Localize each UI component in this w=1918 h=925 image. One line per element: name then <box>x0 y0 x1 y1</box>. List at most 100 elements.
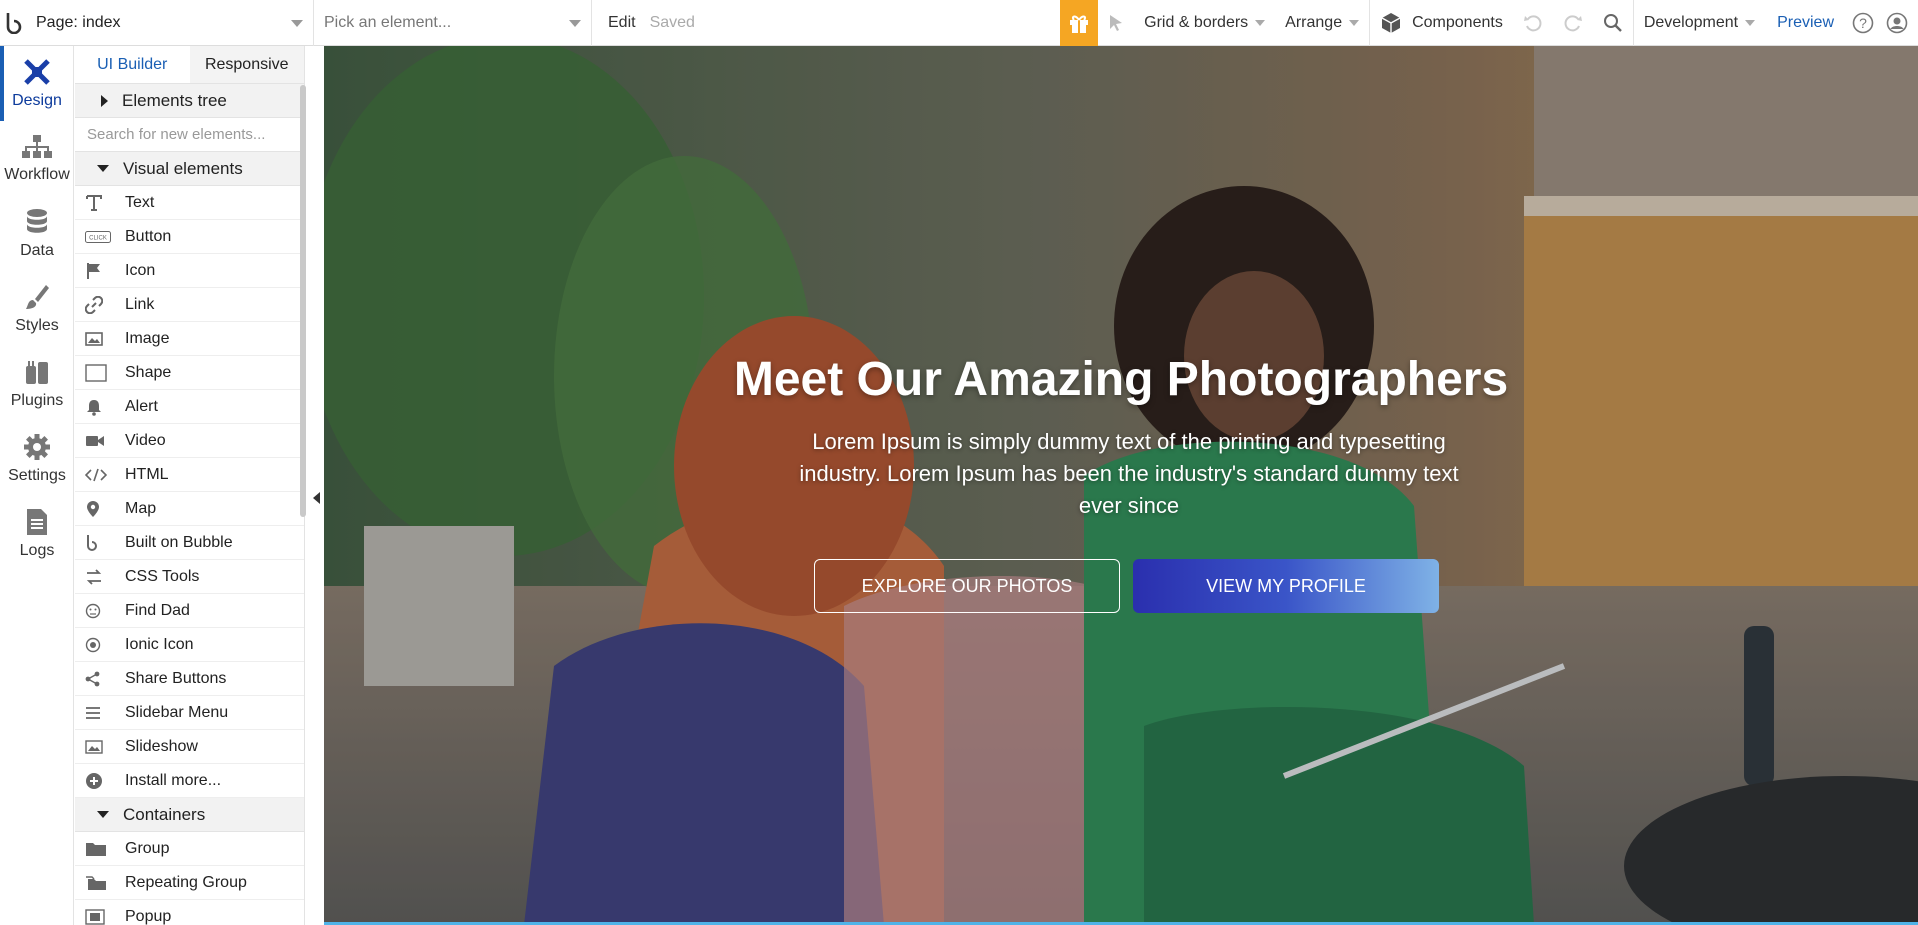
element-item-share-buttons[interactable]: Share Buttons <box>75 662 304 696</box>
environment-menu[interactable]: Development <box>1634 0 1765 46</box>
grid-borders-label: Grid & borders <box>1144 13 1249 31</box>
square-icon <box>85 363 111 382</box>
panel-scrollbar[interactable] <box>300 85 306 517</box>
selector-tool-button[interactable] <box>1098 0 1134 46</box>
gift-button[interactable] <box>1060 0 1099 46</box>
rail-item-logs[interactable]: Logs <box>0 496 74 571</box>
gift-icon <box>1070 15 1089 33</box>
design-icon <box>24 58 50 85</box>
plus-circle-icon <box>85 772 111 790</box>
account-button[interactable] <box>1880 0 1918 46</box>
tab-ui-builder[interactable]: UI Builder <box>75 46 190 83</box>
element-item-html[interactable]: HTML <box>75 458 304 492</box>
gear-icon <box>24 433 50 460</box>
bubble-logo-icon <box>85 534 111 552</box>
element-item-label: Popup <box>125 907 172 925</box>
help-button[interactable]: ? <box>1846 0 1880 46</box>
explore-photos-button[interactable]: EXPLORE OUR PHOTOS <box>814 559 1120 613</box>
edit-button[interactable]: Edit <box>592 14 650 32</box>
undo-icon <box>1523 14 1542 31</box>
element-item-label: Shape <box>125 363 172 381</box>
brush-icon <box>26 284 49 309</box>
element-item-link[interactable]: Link <box>75 288 304 322</box>
rail-label: Design <box>12 91 62 109</box>
bubble-logo-icon[interactable] <box>0 0 28 46</box>
cursor-icon <box>1110 14 1123 31</box>
element-picker-placeholder: Pick an element... <box>324 13 452 31</box>
visual-elements-toggle[interactable]: Visual elements <box>75 152 304 186</box>
help-icon: ? <box>1852 12 1874 33</box>
arrange-menu[interactable]: Arrange <box>1275 0 1369 46</box>
element-item-slideshow[interactable]: Slideshow <box>75 730 304 764</box>
view-profile-button[interactable]: VIEW MY PROFILE <box>1133 559 1439 613</box>
element-item-find-dad[interactable]: Find Dad <box>75 594 304 628</box>
share-icon <box>85 671 111 687</box>
element-item-label: Group <box>125 839 170 857</box>
arrange-label: Arrange <box>1285 13 1343 31</box>
element-item-slidebar-menu[interactable]: Slidebar Menu <box>75 696 304 730</box>
element-item-label: Find Dad <box>125 601 190 619</box>
element-item-css-tools[interactable]: CSS Tools <box>75 560 304 594</box>
chevron-down-icon <box>1255 19 1266 26</box>
preview-button[interactable]: Preview <box>1765 14 1846 32</box>
tab-responsive[interactable]: Responsive <box>189 46 304 83</box>
element-item-text[interactable]: Text <box>75 186 304 220</box>
element-item-ionic-icon[interactable]: Ionic Icon <box>75 628 304 662</box>
components-label: Components <box>1412 13 1503 31</box>
element-item-label: Repeating Group <box>125 873 247 891</box>
chevron-down-icon <box>1349 19 1360 26</box>
search-button[interactable] <box>1593 0 1633 46</box>
element-search-input[interactable]: Search for new elements... <box>75 118 304 152</box>
button-icon: CLICK <box>85 230 111 243</box>
caret-down-icon <box>97 165 109 172</box>
element-item-label: Slidebar Menu <box>125 703 229 721</box>
caret-down-icon <box>97 811 109 818</box>
svg-text:CLICK: CLICK <box>89 235 107 241</box>
element-item-built-on-bubble[interactable]: Built on Bubble <box>75 526 304 560</box>
element-item-label: Ionic Icon <box>125 635 194 653</box>
element-item-label: Map <box>125 499 157 517</box>
document-icon <box>27 508 47 535</box>
page-selector[interactable]: Page: index <box>28 0 314 46</box>
elements-tree-toggle[interactable]: Elements tree <box>75 84 304 118</box>
search-icon <box>1603 13 1622 32</box>
undo-button[interactable] <box>1513 0 1553 46</box>
rail-item-data[interactable]: Data <box>0 196 74 271</box>
element-item-install-more[interactable]: Install more... <box>75 764 304 798</box>
element-item-popup[interactable]: Popup <box>75 900 304 925</box>
element-item-label: HTML <box>125 465 169 483</box>
elements-panel: UI Builder Responsive Elements tree Sear… <box>75 46 305 925</box>
collapse-panel-icon[interactable] <box>313 492 320 504</box>
rail-item-settings[interactable]: Settings <box>0 421 74 496</box>
containers-toggle[interactable]: Containers <box>75 798 304 832</box>
rail-item-design[interactable]: Design <box>0 46 74 121</box>
element-picker[interactable]: Pick an element... <box>314 0 592 46</box>
rail-item-plugins[interactable]: Plugins <box>0 346 74 421</box>
element-item-label: Image <box>125 329 170 347</box>
rail-item-styles[interactable]: Styles <box>0 271 74 346</box>
element-item-image[interactable]: Image <box>75 322 304 356</box>
ionic-icon <box>85 637 111 653</box>
element-item-repeating-group[interactable]: Repeating Group <box>75 866 304 900</box>
page-canvas[interactable]: Meet Our Amazing Photographers Lorem Ips… <box>324 46 1918 925</box>
link-icon <box>85 295 111 314</box>
rail-label: Data <box>20 241 54 259</box>
grid-borders-menu[interactable]: Grid & borders <box>1134 0 1275 46</box>
components-button[interactable]: Components <box>1370 0 1513 46</box>
element-item-label: Text <box>125 193 155 211</box>
section-label: Elements tree <box>122 90 227 110</box>
element-item-group[interactable]: Group <box>75 832 304 866</box>
rail-item-workflow[interactable]: Workflow <box>0 121 74 196</box>
page-selector-label: Page: index <box>36 13 121 31</box>
smiley-icon <box>85 603 111 619</box>
element-item-button[interactable]: CLICK Button <box>75 220 304 254</box>
slideshow-icon <box>85 739 111 755</box>
element-item-alert[interactable]: Alert <box>75 390 304 424</box>
element-item-shape[interactable]: Shape <box>75 356 304 390</box>
element-item-label: Slideshow <box>125 737 198 755</box>
element-item-video[interactable]: Video <box>75 424 304 458</box>
element-item-icon[interactable]: Icon <box>75 254 304 288</box>
environment-label: Development <box>1643 13 1739 31</box>
redo-button[interactable] <box>1553 0 1593 46</box>
element-item-map[interactable]: Map <box>75 492 304 526</box>
